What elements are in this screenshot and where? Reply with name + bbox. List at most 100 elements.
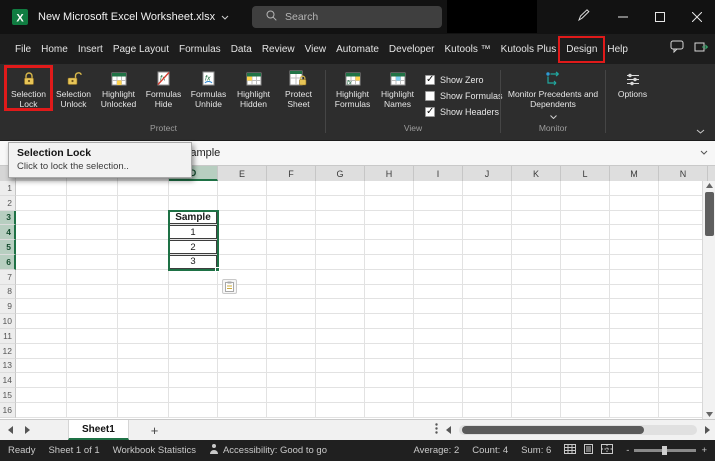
grid-cell-L13[interactable] xyxy=(561,359,610,374)
grid-cell-E11[interactable] xyxy=(218,329,267,344)
grid-cell-I10[interactable] xyxy=(414,314,463,329)
grid-cell-M12[interactable] xyxy=(610,344,659,359)
grid-cell-D16[interactable] xyxy=(169,403,218,418)
paste-options-icon[interactable] xyxy=(222,279,237,294)
menu-tab-kutools-plus[interactable]: Kutools Plus xyxy=(496,39,562,60)
grid-cell[interactable] xyxy=(118,240,169,255)
grid-cell-N12[interactable] xyxy=(659,344,708,359)
grid-cell-E4[interactable] xyxy=(218,225,267,240)
grid-cell-N2[interactable] xyxy=(659,196,708,211)
grid-cell-N6[interactable] xyxy=(659,255,708,270)
grid-cell-J9[interactable] xyxy=(463,299,512,314)
grid-cell-I16[interactable] xyxy=(414,403,463,418)
column-header-N[interactable]: N xyxy=(659,166,708,181)
grid-cell-M5[interactable] xyxy=(610,240,659,255)
grid-cell-D11[interactable] xyxy=(169,329,218,344)
row-header-11[interactable]: 11 xyxy=(0,329,16,344)
grid-cell-F16[interactable] xyxy=(267,403,316,418)
grid-cell[interactable] xyxy=(16,285,67,300)
grid-cell-J15[interactable] xyxy=(463,388,512,403)
grid-cell[interactable] xyxy=(16,270,67,285)
grid-cell[interactable] xyxy=(118,403,169,418)
grid-cell-K15[interactable] xyxy=(512,388,561,403)
grid-cell[interactable] xyxy=(118,211,169,226)
grid-cell-N9[interactable] xyxy=(659,299,708,314)
grid-cell-L12[interactable] xyxy=(561,344,610,359)
grid-cell-D12[interactable] xyxy=(169,344,218,359)
grid-cell-N1[interactable] xyxy=(659,181,708,196)
grid-cell-L4[interactable] xyxy=(561,225,610,240)
tab-splitter-icon[interactable] xyxy=(435,421,438,439)
sheet-tab-sheet1[interactable]: Sheet1 xyxy=(68,420,129,440)
zoom-slider-thumb[interactable] xyxy=(662,446,667,455)
normal-view-icon[interactable] xyxy=(564,444,576,457)
grid-cell-J2[interactable] xyxy=(463,196,512,211)
grid-cell-F12[interactable] xyxy=(267,344,316,359)
checkbox-show-zero[interactable]: Show Zero xyxy=(425,75,494,85)
grid-cell-E13[interactable] xyxy=(218,359,267,374)
grid-cell-H15[interactable] xyxy=(365,388,414,403)
grid-cell-F1[interactable] xyxy=(267,181,316,196)
grid-cell[interactable] xyxy=(16,240,67,255)
grid-cell-D3[interactable]: Sample xyxy=(169,211,218,226)
grid-cell-K1[interactable] xyxy=(512,181,561,196)
row-header-10[interactable]: 10 xyxy=(0,314,16,329)
grid-cell-I1[interactable] xyxy=(414,181,463,196)
grid-cell-H8[interactable] xyxy=(365,285,414,300)
ribbon-button-monitor-precedents[interactable]: Monitor Precedents and Dependents xyxy=(505,67,601,122)
ribbon-button-selection-lock[interactable]: Selection Lock xyxy=(6,67,51,109)
grid-cell-E12[interactable] xyxy=(218,344,267,359)
row-header-8[interactable]: 8 xyxy=(0,285,16,300)
grid-cell-I8[interactable] xyxy=(414,285,463,300)
grid-cell-J7[interactable] xyxy=(463,270,512,285)
grid-cell-M10[interactable] xyxy=(610,314,659,329)
grid-cell-D5[interactable]: 2 xyxy=(169,240,218,255)
grid-cell-G3[interactable] xyxy=(316,211,365,226)
grid-cell-J10[interactable] xyxy=(463,314,512,329)
ribbon-button-selection-unlock[interactable]: Selection Unlock xyxy=(51,67,96,109)
grid-cell[interactable] xyxy=(67,299,118,314)
column-header-I[interactable]: I xyxy=(414,166,463,181)
grid-cell-M2[interactable] xyxy=(610,196,659,211)
grid-cell[interactable] xyxy=(16,211,67,226)
grid-cell-G4[interactable] xyxy=(316,225,365,240)
grid-cell-L2[interactable] xyxy=(561,196,610,211)
ribbon-button-highlight-formulas[interactable]: fx Highlight Formulas xyxy=(330,67,375,109)
grid-cell-E10[interactable] xyxy=(218,314,267,329)
grid-cell-D6[interactable]: 3 xyxy=(169,255,218,270)
grid-cell-G6[interactable] xyxy=(316,255,365,270)
grid-cell-G7[interactable] xyxy=(316,270,365,285)
row-header-12[interactable]: 12 xyxy=(0,344,16,359)
row-header-13[interactable]: 13 xyxy=(0,359,16,374)
grid-cell-K6[interactable] xyxy=(512,255,561,270)
grid-cell-J1[interactable] xyxy=(463,181,512,196)
new-sheet-button[interactable]: + xyxy=(151,424,159,437)
grid-cell-J14[interactable] xyxy=(463,373,512,388)
grid-cell-I14[interactable] xyxy=(414,373,463,388)
grid-cell-J5[interactable] xyxy=(463,240,512,255)
menu-tab-formulas[interactable]: Formulas xyxy=(174,39,226,60)
grid-cell-H11[interactable] xyxy=(365,329,414,344)
grid-cell[interactable] xyxy=(67,255,118,270)
grid-cell-I3[interactable] xyxy=(414,211,463,226)
grid-cell-G5[interactable] xyxy=(316,240,365,255)
grid-cell-L5[interactable] xyxy=(561,240,610,255)
zoom-slider[interactable] xyxy=(634,449,696,452)
scroll-down-icon[interactable] xyxy=(706,410,713,419)
grid-cell-N11[interactable] xyxy=(659,329,708,344)
grid-cell-G13[interactable] xyxy=(316,359,365,374)
grid-cell[interactable] xyxy=(67,240,118,255)
grid-cell[interactable] xyxy=(16,314,67,329)
grid-cell[interactable] xyxy=(118,388,169,403)
grid-cell-J12[interactable] xyxy=(463,344,512,359)
menu-tab-automate[interactable]: Automate xyxy=(331,39,384,60)
grid-cell[interactable] xyxy=(16,299,67,314)
next-sheet-icon[interactable] xyxy=(25,421,30,439)
grid-cell[interactable] xyxy=(67,344,118,359)
grid-cell[interactable] xyxy=(118,329,169,344)
grid-cell[interactable] xyxy=(67,359,118,374)
menu-tab-developer[interactable]: Developer xyxy=(384,39,440,60)
grid-cell-F13[interactable] xyxy=(267,359,316,374)
column-header-L[interactable]: L xyxy=(561,166,610,181)
grid-cell[interactable] xyxy=(67,181,118,196)
